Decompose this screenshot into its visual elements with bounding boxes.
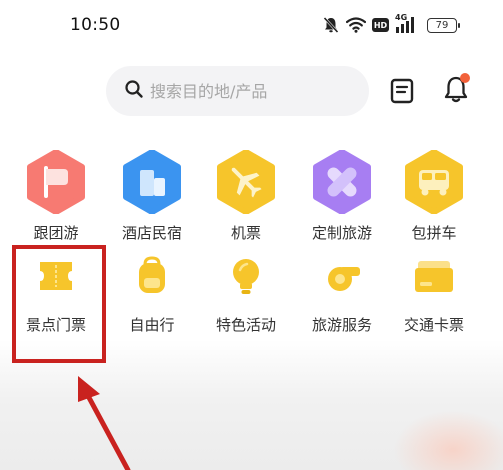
category-flight[interactable]: 机票 <box>198 149 294 242</box>
list-icon <box>389 78 415 108</box>
highlight-box <box>12 245 106 363</box>
card-icon <box>412 254 456 298</box>
mute-bell-icon <box>322 16 340 34</box>
category-special-activities[interactable]: 特色活动 <box>198 254 294 344</box>
notification-dot <box>460 73 470 83</box>
cellular-signal-icon: 4G <box>395 13 421 35</box>
category-independent-travel[interactable]: 自由行 <box>104 254 200 344</box>
backpack-icon <box>130 254 174 298</box>
category-group-tour[interactable]: 跟团游 <box>8 149 104 242</box>
search-input[interactable] <box>150 81 350 101</box>
category-charter-car[interactable]: 包拼车 <box>386 149 482 242</box>
category-label: 定制旅游 <box>311 224 372 242</box>
hd-badge: HD <box>372 18 389 32</box>
bandage-icon <box>310 149 374 215</box>
status-icons: HD 4G 79 <box>322 13 460 36</box>
category-label: 特色活动 <box>215 316 276 334</box>
whistle-icon <box>320 254 364 298</box>
category-hotel[interactable]: 酒店民宿 <box>104 149 200 242</box>
category-label: 跟团游 <box>33 224 79 242</box>
category-label: 自由行 <box>129 316 175 334</box>
category-label: 交通卡票 <box>403 316 464 334</box>
bus-icon <box>402 149 466 215</box>
category-label: 机票 <box>230 224 261 242</box>
bell-icon <box>440 76 472 109</box>
category-custom-tour[interactable]: 定制旅游 <box>294 149 390 242</box>
search-bar[interactable] <box>106 66 369 116</box>
status-bar: 10:50 HD 4G 79 <box>0 0 503 52</box>
category-label: 酒店民宿 <box>121 224 182 242</box>
battery-indicator: 79 <box>427 17 460 33</box>
status-time: 10:50 <box>70 15 121 35</box>
airplane-icon <box>214 149 278 215</box>
orders-button[interactable] <box>389 78 415 104</box>
category-label: 包拼车 <box>411 224 457 242</box>
building-icon <box>120 149 184 215</box>
lightbulb-icon <box>224 254 268 298</box>
wifi-icon <box>346 17 366 33</box>
category-label: 旅游服务 <box>311 316 372 334</box>
notification-button[interactable] <box>440 73 472 105</box>
category-transit-cards[interactable]: 交通卡票 <box>386 254 482 344</box>
category-travel-services[interactable]: 旅游服务 <box>294 254 390 344</box>
search-icon <box>124 79 144 103</box>
flag-icon <box>24 149 88 215</box>
arrow-icon <box>78 376 131 470</box>
